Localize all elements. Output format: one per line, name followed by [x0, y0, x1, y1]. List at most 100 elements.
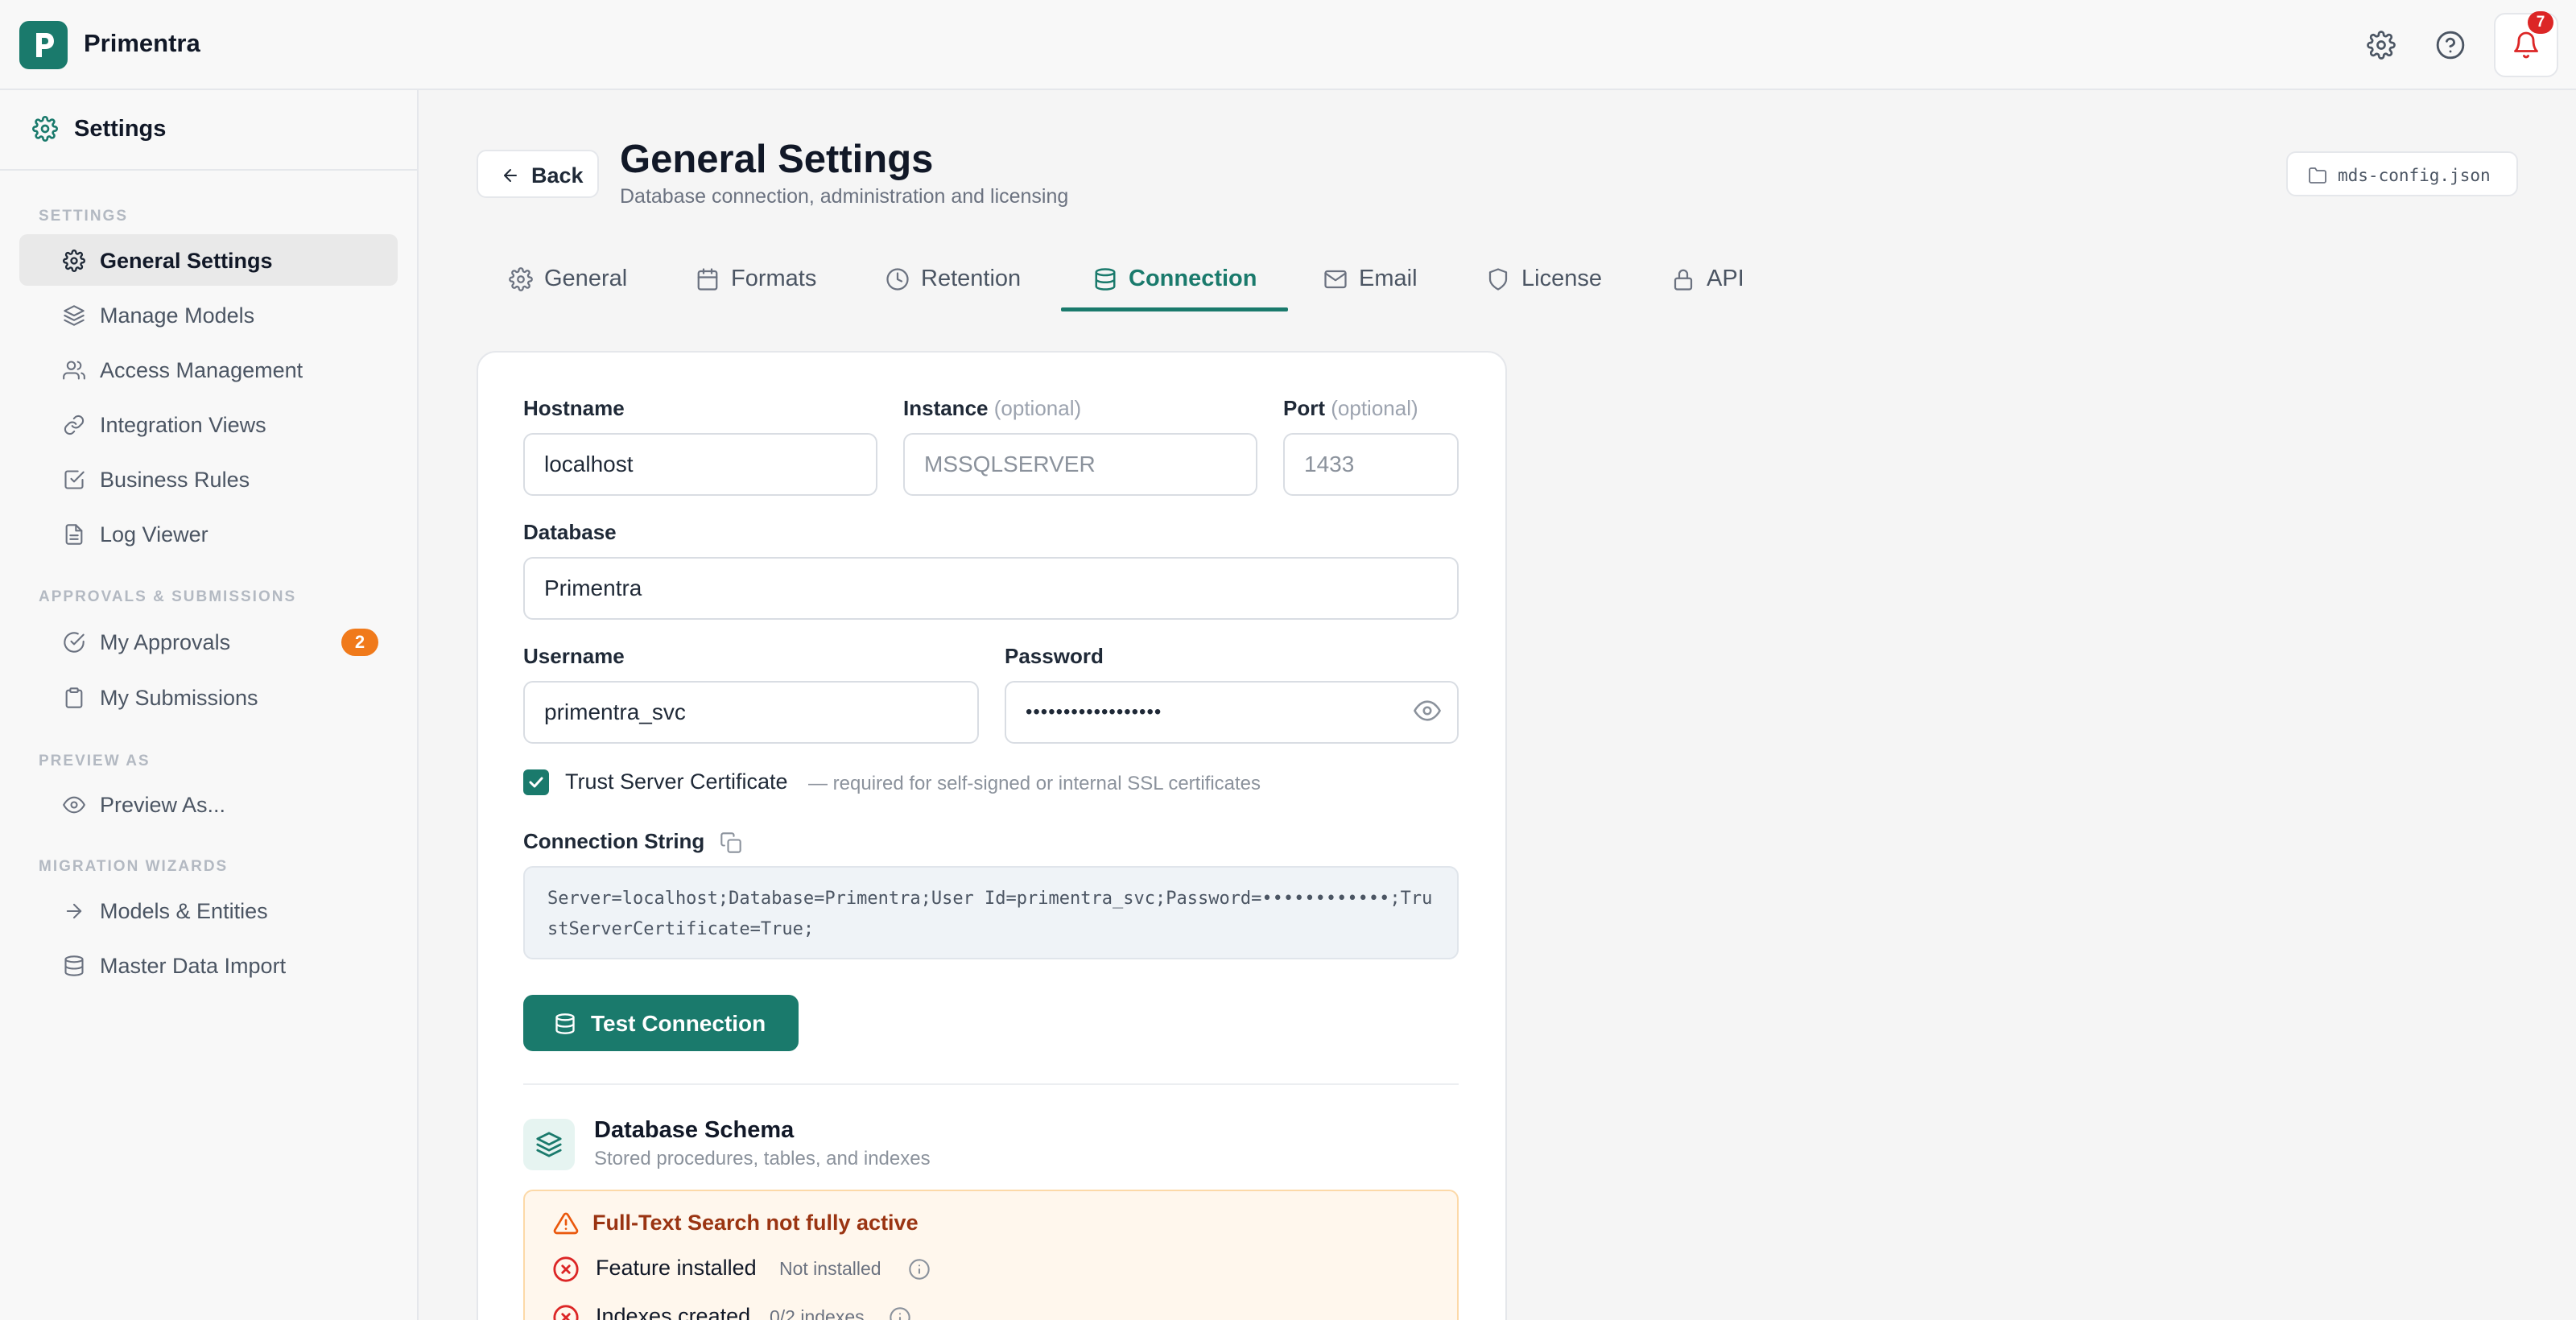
- show-password-eye-icon[interactable]: [1414, 697, 1441, 724]
- port-input[interactable]: 1433: [1283, 433, 1459, 496]
- arrow-right-icon: [63, 900, 85, 922]
- sidebar-item-label: My Approvals: [100, 630, 231, 654]
- tab-label: Connection: [1129, 266, 1257, 291]
- bell-icon: [2514, 31, 2538, 59]
- approvals-count-badge: 2: [341, 629, 378, 656]
- username-input[interactable]: primentra_svc: [523, 681, 979, 744]
- schema-subtitle: Stored procedures, tables, and indexes: [594, 1148, 931, 1169]
- test-connection-button[interactable]: Test Connection: [523, 995, 799, 1051]
- app-logo-icon[interactable]: [19, 21, 68, 69]
- sidebar-item-my-submissions[interactable]: My Submissions: [19, 671, 398, 723]
- sidebar-item-label: Log Viewer: [100, 522, 208, 547]
- file-icon: [63, 523, 85, 546]
- lock-icon: [1671, 267, 1695, 291]
- check-circle-icon: [63, 631, 85, 654]
- sidebar-item-label: Models & Entities: [100, 899, 268, 923]
- sidebar-item-label: Manage Models: [100, 303, 255, 328]
- database-icon: [63, 955, 85, 977]
- database-input[interactable]: Primentra: [523, 557, 1459, 620]
- arrow-left-icon: [501, 166, 520, 185]
- tab-label: Email: [1359, 266, 1418, 291]
- gear-icon: [509, 267, 533, 291]
- back-button-label: Back: [531, 163, 584, 188]
- sidebar-title: Settings: [74, 116, 167, 142]
- folder-icon: [2307, 166, 2328, 185]
- connection-string-value: Server=localhost;Database=Primentra;User…: [523, 866, 1459, 959]
- sidebar-item-my-approvals[interactable]: My Approvals 2: [19, 616, 398, 667]
- help-icon[interactable]: [2433, 27, 2468, 63]
- copy-icon[interactable]: [720, 831, 742, 854]
- sidebar-item-general-settings[interactable]: General Settings: [19, 234, 398, 286]
- checkmark-icon: [529, 777, 543, 788]
- page-subtitle: Database connection, administration and …: [620, 185, 1069, 208]
- sidebar-item-label: Access Management: [100, 358, 303, 382]
- schema-title: Database Schema: [594, 1117, 795, 1143]
- database-icon: [1093, 267, 1117, 291]
- check-label-indexes: Indexes created: [596, 1304, 751, 1320]
- trust-certificate-checkbox[interactable]: [523, 769, 549, 795]
- section-divider: [523, 1083, 1459, 1085]
- port-label: Port (optional): [1283, 396, 1418, 420]
- sidebar-item-master-data-import[interactable]: Master Data Import: [19, 939, 398, 991]
- tab-label: License: [1521, 266, 1602, 291]
- back-button[interactable]: Back: [477, 150, 599, 198]
- notification-count-badge: 7: [2528, 11, 2553, 34]
- sidebar-item-manage-models[interactable]: Manage Models: [19, 289, 398, 340]
- error-x-circle-icon: [552, 1256, 580, 1283]
- database-icon: [554, 1013, 576, 1035]
- gear-icon: [63, 250, 85, 272]
- password-label: Password: [1005, 644, 1104, 668]
- sidebar-item-access-management[interactable]: Access Management: [19, 344, 398, 395]
- tab-label: Retention: [921, 266, 1022, 291]
- instance-label: Instance (optional): [903, 396, 1082, 420]
- instance-input[interactable]: MSSQLSERVER: [903, 433, 1257, 496]
- config-file-chip[interactable]: mds-config.json: [2286, 151, 2518, 196]
- page-title: General Settings: [620, 138, 934, 181]
- fulltext-warning-panel: [523, 1190, 1459, 1320]
- password-input[interactable]: ••••••••••••••••••: [1005, 681, 1459, 744]
- settings-gear-icon[interactable]: [2363, 27, 2399, 63]
- trust-certificate-hint: — required for self-signed or internal S…: [808, 773, 1261, 794]
- check-value-feature: Not installed: [779, 1258, 881, 1279]
- section-label-approvals: APPROVALS & SUBMISSIONS: [39, 588, 297, 605]
- sidebar-item-models-entities[interactable]: Models & Entities: [19, 885, 398, 936]
- settings-gear-icon: [32, 116, 58, 142]
- layers-icon: [523, 1119, 575, 1170]
- database-label: Database: [523, 520, 617, 544]
- sidebar-item-log-viewer[interactable]: Log Viewer: [19, 508, 398, 559]
- section-label-preview: PREVIEW AS: [39, 753, 151, 769]
- section-label-migration: MIGRATION WIZARDS: [39, 858, 229, 875]
- tab-label: Formats: [731, 266, 817, 291]
- layers-icon: [63, 304, 85, 327]
- calendar-icon: [696, 267, 720, 291]
- sidebar-item-business-rules[interactable]: Business Rules: [19, 453, 398, 505]
- sidebar-item-label: Business Rules: [100, 468, 250, 492]
- test-connection-label: Test Connection: [591, 1011, 766, 1036]
- check-value-indexes: 0/2 indexes: [770, 1306, 865, 1320]
- sidebar-item-integration-views[interactable]: Integration Views: [19, 398, 398, 450]
- sidebar-header: Settings: [0, 90, 417, 171]
- connection-string-label: Connection String: [523, 829, 705, 853]
- hostname-input[interactable]: localhost: [523, 433, 877, 496]
- trust-certificate-label: Trust Server Certificate: [565, 769, 788, 794]
- info-icon[interactable]: [908, 1258, 931, 1281]
- sidebar-item-label: My Submissions: [100, 686, 258, 710]
- clipboard-icon: [63, 687, 85, 709]
- error-x-circle-icon: [552, 1304, 580, 1320]
- warning-triangle-icon: [552, 1211, 580, 1236]
- active-tab-indicator: [1061, 307, 1288, 311]
- check-label-feature: Feature installed: [596, 1256, 757, 1280]
- username-label: Username: [523, 644, 625, 668]
- section-label-settings: SETTINGS: [39, 208, 129, 225]
- tab-label: API: [1707, 266, 1744, 291]
- app-title: Primentra: [84, 29, 200, 57]
- info-icon[interactable]: [889, 1306, 911, 1320]
- check-square-icon: [63, 468, 85, 491]
- eye-icon: [63, 794, 85, 816]
- mail-icon: [1323, 267, 1348, 291]
- sidebar-item-label: Preview As...: [100, 793, 226, 817]
- sidebar-item-preview-as[interactable]: Preview As...: [19, 778, 398, 830]
- warning-title: Full-Text Search not fully active: [592, 1211, 919, 1235]
- sidebar-item-label: Master Data Import: [100, 954, 287, 978]
- hostname-label: Hostname: [523, 396, 625, 420]
